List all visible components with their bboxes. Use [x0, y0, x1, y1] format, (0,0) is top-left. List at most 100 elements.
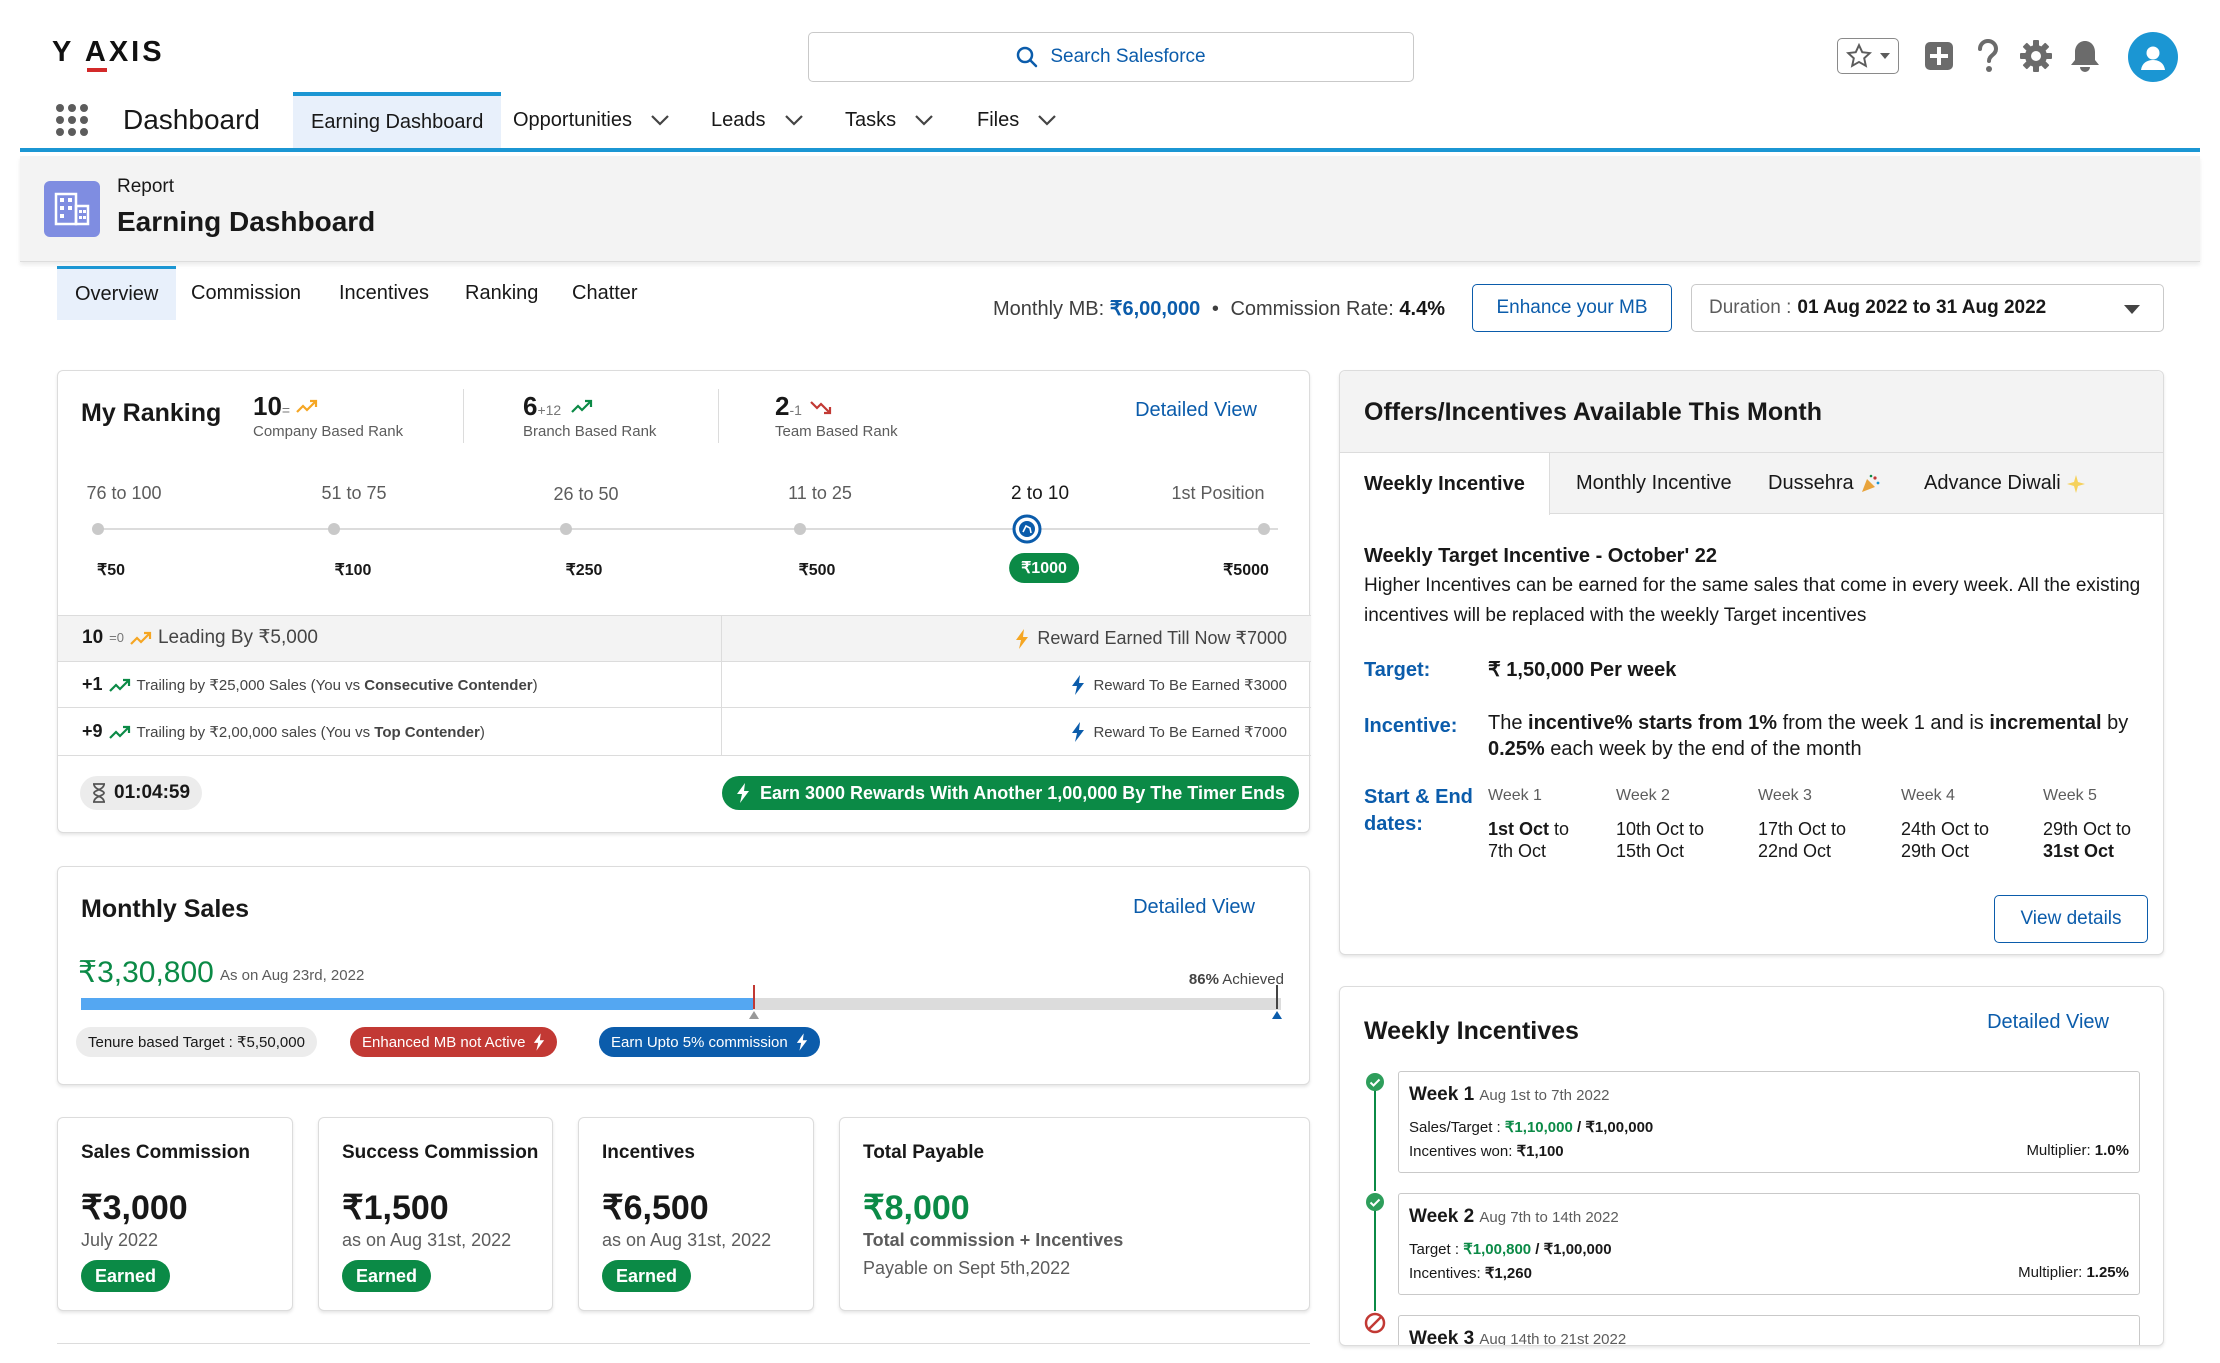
sales-progress-track — [81, 998, 1281, 1010]
star-icon — [1845, 43, 1872, 69]
ranking-title: My Ranking — [81, 399, 222, 427]
chevron-down-icon[interactable] — [650, 114, 670, 126]
nav-tab-earning-dashboard[interactable]: Earning Dashboard — [293, 92, 502, 148]
week-name: Week 5 — [2043, 787, 2097, 804]
enhanced-mb-pill[interactable]: Enhanced MB not Active — [350, 1027, 558, 1057]
monthly-sales-detailed-view-link[interactable]: Detailed View — [1133, 896, 1255, 919]
week-name: Week 2 — [1409, 1206, 1475, 1227]
setup-gear-icon[interactable] — [2018, 38, 2054, 74]
earn-commission-pill[interactable]: Earn Upto 5% commission — [599, 1027, 820, 1057]
tab-ranking[interactable]: Ranking — [465, 266, 538, 320]
rank-range-label: 76 to 100 — [86, 483, 162, 503]
reward-to-earn-text: Reward To Be Earned ₹3000 — [1093, 677, 1287, 694]
marker-triangle-icon — [749, 1011, 759, 1019]
nav-tab-leads[interactable]: Leads — [711, 92, 804, 148]
stat-value: ₹6,500 — [602, 1189, 709, 1227]
user-avatar[interactable] — [2128, 32, 2178, 82]
yaxis-logo[interactable]: Y AXIS — [52, 36, 165, 72]
week-name: Week 1 — [1409, 1084, 1475, 1105]
favorites-button[interactable] — [1837, 38, 1899, 74]
row-divider — [721, 662, 722, 707]
tab-overview[interactable]: Overview — [57, 266, 177, 320]
multiplier: Multiplier: 1.0% — [2026, 1142, 2129, 1159]
chevron-down-icon[interactable] — [914, 114, 934, 126]
incentive-value: ₹1,260 — [1484, 1265, 1532, 1282]
week-incentive-card[interactable]: Week 2 Aug 7th to 14th 2022 Target : ₹1,… — [1398, 1193, 2140, 1295]
global-create-icon[interactable] — [1921, 38, 1957, 74]
tab-advance-diwali[interactable]: Advance Diwali — [1900, 453, 2109, 514]
week-dates: 1st Oct to 7th Oct — [1488, 818, 1569, 862]
view-details-button[interactable]: View details — [1994, 895, 2148, 943]
week-to: to — [1549, 819, 1570, 839]
reward-to-earn-cell: Reward To Be Earned ₹7000 — [1071, 722, 1287, 742]
weekly-incentives-detailed-view-link[interactable]: Detailed View — [1987, 1011, 2109, 1034]
reward-to-earn-cell: Reward To Be Earned ₹3000 — [1071, 675, 1287, 695]
stat-title: Total Payable — [863, 1142, 985, 1163]
rank-reward-active: ₹1000 — [1009, 553, 1079, 583]
party-popper-icon — [1860, 474, 1880, 494]
row-divider — [721, 616, 722, 661]
ranking-row: 10 =0 Leading By ₹5,000 Reward Earned Ti… — [58, 615, 1311, 661]
sales-value: ₹1,10,000 — [1504, 1119, 1573, 1136]
tab-commission[interactable]: Commission — [191, 266, 301, 320]
enhance-mb-button[interactable]: Enhance your MB — [1472, 284, 1672, 332]
branch-rank: 6+12 — [523, 391, 561, 422]
tab-chatter[interactable]: Chatter — [572, 266, 638, 320]
nav-tab-label: Opportunities — [513, 108, 632, 131]
target-value: ₹ 1,50,000 Per week — [1488, 659, 1677, 681]
bolt-icon — [1071, 675, 1085, 695]
week-incentive-card[interactable]: Week 3 Aug 14th to 21st 2022 — [1398, 1315, 2140, 1345]
enhanced-mb-text: Enhanced MB not Active — [362, 1033, 526, 1051]
trend-up-icon — [108, 678, 131, 692]
app-name: Dashboard — [123, 104, 260, 135]
global-search-input[interactable]: Search Salesforce — [808, 32, 1414, 82]
target-value: / ₹1,00,000 — [1531, 1241, 1612, 1258]
nav-tab-opportunities[interactable]: Opportunities — [513, 92, 670, 148]
my-ranking-card: My Ranking 10= Company Based Rank 6+12 B… — [57, 370, 1311, 833]
achieved-percent: 86% — [1188, 971, 1219, 988]
earned-badge: Earned — [81, 1260, 171, 1292]
rank-reward: ₹100 — [334, 562, 372, 579]
help-icon[interactable] — [1970, 38, 2006, 74]
ranking-detailed-view-link[interactable]: Detailed View — [1135, 399, 1257, 422]
commission-rate-value: 4.4% — [1399, 298, 1445, 320]
app-launcher-icon[interactable] — [56, 104, 88, 136]
tab-dussehra[interactable]: Dussehra — [1744, 453, 1904, 514]
check-circle-icon — [1366, 1073, 1384, 1091]
rank-range-label: 51 to 75 — [321, 483, 387, 503]
timeline-line — [1374, 1206, 1376, 1311]
reward-earned-cell: Reward Earned Till Now ₹7000 — [1015, 628, 1287, 649]
week-title: Week 2 Aug 7th to 14th 2022 — [1409, 1206, 1619, 1228]
row-rank: +1 — [82, 674, 103, 694]
duration-select[interactable]: Duration : 01 Aug 2022 to 31 Aug 2022 — [1691, 284, 2164, 332]
chevron-down-icon — [1879, 52, 1891, 60]
stat-subtitle: as on Aug 31st, 2022 — [342, 1230, 512, 1250]
stat-value: ₹3,000 — [81, 1189, 188, 1227]
page-header: Report Earning Dashboard — [20, 156, 2200, 262]
sales-value: ₹1,00,800 — [1463, 1241, 1532, 1258]
monthly-sales-title: Monthly Sales — [81, 895, 250, 923]
multiplier: Multiplier: 1.25% — [2018, 1264, 2129, 1281]
week-name: Week 4 — [1901, 787, 1955, 804]
tab-monthly-incentive[interactable]: Monthly Incentive — [1552, 453, 1756, 514]
trailing-text-end: ) — [479, 723, 485, 741]
earn-rewards-banner[interactable]: Earn 3000 Rewards With Another 1,00,000 … — [721, 776, 1299, 810]
tab-incentives[interactable]: Incentives — [339, 266, 429, 320]
global-header: Y AXIS Search Salesforce — [0, 0, 2220, 92]
team-rank-change: -1 — [789, 402, 802, 418]
multiplier-label: Multiplier: — [2026, 1142, 2095, 1159]
chevron-down-icon[interactable] — [784, 114, 804, 126]
chevron-down-icon[interactable] — [1037, 114, 1057, 126]
mb-value: ₹6,00,000 — [1109, 298, 1201, 320]
week-end: 7th Oct — [1488, 841, 1547, 861]
nav-tab-files[interactable]: Files — [977, 92, 1057, 148]
line-label: Target : — [1409, 1241, 1464, 1258]
week-incentive-card[interactable]: Week 1 Aug 1st to 7th 2022 Sales/Target … — [1398, 1071, 2140, 1173]
nav-tab-tasks[interactable]: Tasks — [845, 92, 934, 148]
notification-bell-icon[interactable] — [2067, 38, 2103, 74]
timer-value: 01:04:59 — [114, 782, 191, 803]
incentive-value: ₹1,100 — [1516, 1143, 1564, 1160]
tab-weekly-incentive[interactable]: Weekly Incentive — [1340, 453, 1550, 515]
contender-label: Consecutive Contender — [364, 676, 533, 694]
success-commission-card: Success Commission ₹1,500 as on Aug 31st… — [318, 1117, 553, 1311]
